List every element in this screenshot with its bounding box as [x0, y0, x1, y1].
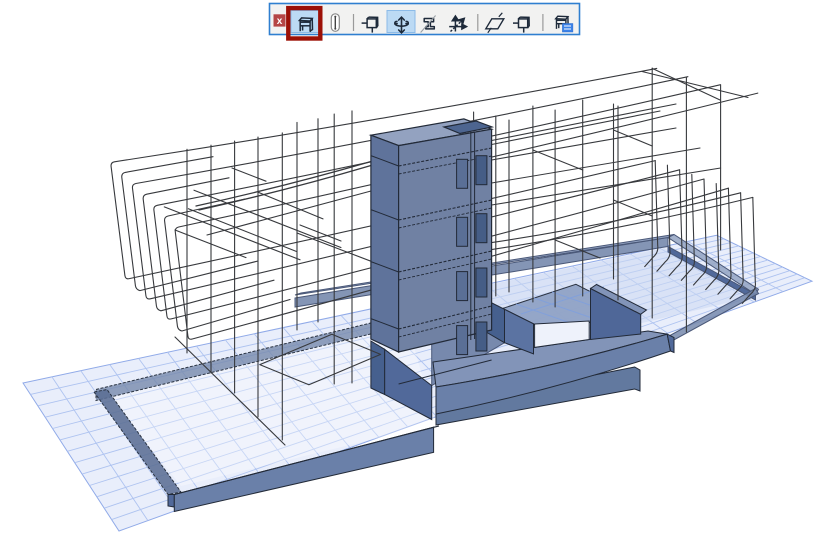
svg-text:x: x: [277, 16, 283, 27]
